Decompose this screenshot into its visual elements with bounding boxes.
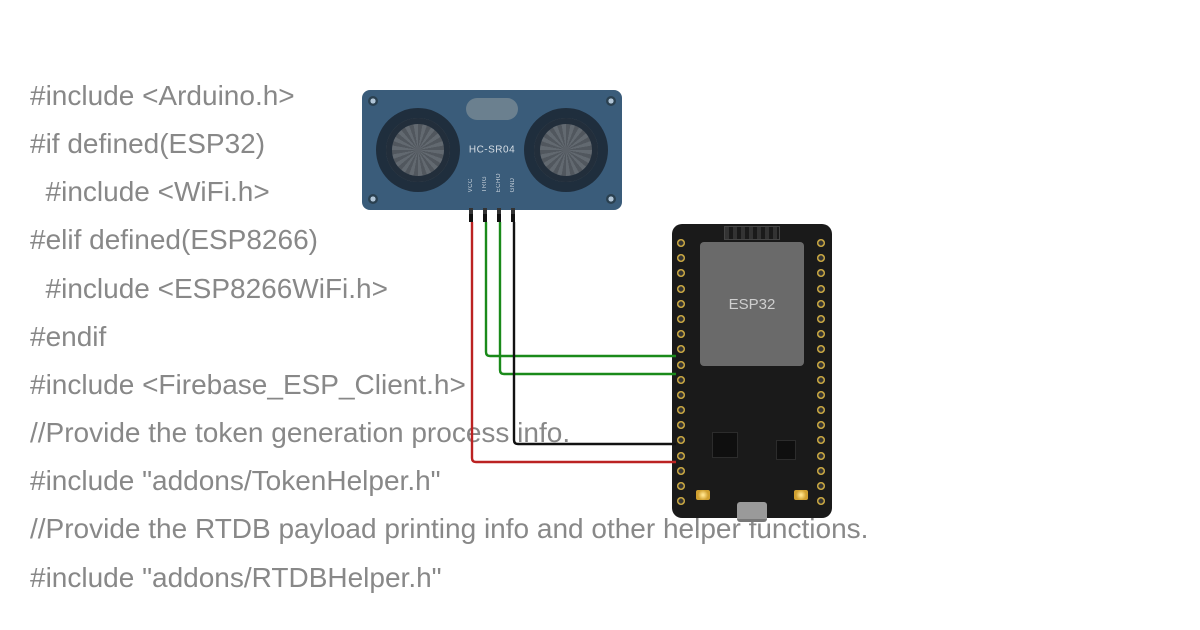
board-pin[interactable] xyxy=(676,238,686,248)
led-icon xyxy=(794,490,808,500)
pin-label-trig: TRIG xyxy=(482,173,488,192)
board-pin[interactable] xyxy=(816,435,826,445)
board-pin[interactable] xyxy=(676,344,686,354)
sensor-model-label: HC-SR04 xyxy=(469,145,515,156)
mesh-icon xyxy=(534,118,598,182)
ultrasonic-transducer-icon xyxy=(524,108,608,192)
mount-hole-icon xyxy=(368,96,378,106)
board-pin[interactable] xyxy=(816,253,826,263)
ultrasonic-transducer-icon xyxy=(376,108,460,192)
board-pin[interactable] xyxy=(816,420,826,430)
board-pin[interactable] xyxy=(676,329,686,339)
board-pin[interactable] xyxy=(676,405,686,415)
board-pin[interactable] xyxy=(816,268,826,278)
mesh-icon xyxy=(386,118,450,182)
board-pin[interactable] xyxy=(676,496,686,506)
pin-header-right[interactable] xyxy=(816,238,828,506)
board-pin[interactable] xyxy=(816,360,826,370)
board-pin[interactable] xyxy=(816,344,826,354)
board-label: ESP32 xyxy=(729,296,776,313)
pin-label-gnd: GND xyxy=(510,173,516,192)
board-pin[interactable] xyxy=(816,481,826,491)
pin-label-echo: ECHO xyxy=(496,173,502,192)
oscillator-icon xyxy=(466,98,518,120)
board-pin[interactable] xyxy=(676,420,686,430)
pin-gnd[interactable] xyxy=(511,208,515,222)
mount-hole-icon xyxy=(368,194,378,204)
board-pin[interactable] xyxy=(816,314,826,324)
pin-echo[interactable] xyxy=(497,208,501,222)
board-pin[interactable] xyxy=(816,375,826,385)
mount-hole-icon xyxy=(606,194,616,204)
regulator-chip-icon xyxy=(712,432,738,458)
board-pin[interactable] xyxy=(676,299,686,309)
sensor-pin-labels: VCC TRIG ECHO GND xyxy=(468,173,516,192)
board-pin[interactable] xyxy=(676,253,686,263)
board-pin[interactable] xyxy=(816,451,826,461)
mount-hole-icon xyxy=(606,96,616,106)
micro-usb-port-icon xyxy=(737,502,767,522)
code-line: #include "addons/RTDBHelper.h" xyxy=(30,554,868,602)
board-pin[interactable] xyxy=(816,284,826,294)
esp32-shield: ESP32 xyxy=(700,242,804,366)
esp32-board[interactable]: ESP32 xyxy=(672,224,832,518)
board-pin[interactable] xyxy=(816,390,826,400)
board-pin[interactable] xyxy=(676,360,686,370)
board-pin[interactable] xyxy=(676,268,686,278)
board-pin[interactable] xyxy=(676,481,686,491)
board-pin[interactable] xyxy=(676,466,686,476)
pin-label-vcc: VCC xyxy=(468,173,474,192)
pin-trig[interactable] xyxy=(483,208,487,222)
board-pin[interactable] xyxy=(816,238,826,248)
pin-vcc[interactable] xyxy=(469,208,473,222)
board-pin[interactable] xyxy=(816,466,826,476)
usb-serial-chip-icon xyxy=(776,440,796,460)
board-pin[interactable] xyxy=(676,435,686,445)
board-pin[interactable] xyxy=(676,375,686,385)
board-pin[interactable] xyxy=(676,314,686,324)
board-pin[interactable] xyxy=(676,451,686,461)
board-pin[interactable] xyxy=(816,329,826,339)
hcsr04-sensor[interactable]: HC-SR04 VCC TRIG ECHO GND xyxy=(362,90,622,210)
board-pin[interactable] xyxy=(816,299,826,309)
board-pin[interactable] xyxy=(816,496,826,506)
board-pin[interactable] xyxy=(676,390,686,400)
board-pin[interactable] xyxy=(816,405,826,415)
sensor-header-pins[interactable] xyxy=(469,208,515,222)
led-icon xyxy=(696,490,710,500)
board-pin[interactable] xyxy=(676,284,686,294)
antenna-icon xyxy=(724,226,780,240)
pin-header-left[interactable] xyxy=(676,238,688,506)
